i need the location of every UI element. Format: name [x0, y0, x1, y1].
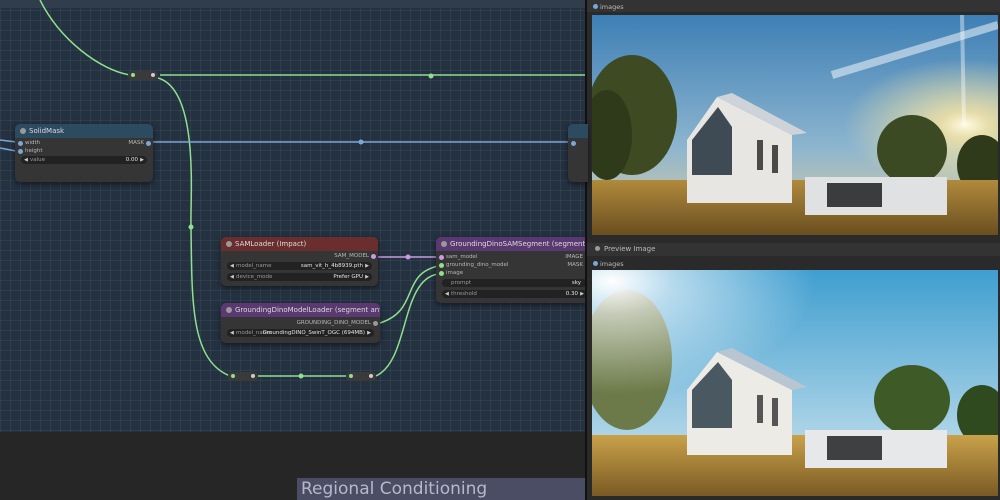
- input-height-dot[interactable]: [18, 149, 23, 154]
- input-image-dot[interactable]: [439, 271, 444, 276]
- decrement-arrow-icon[interactable]: ◀: [445, 290, 449, 298]
- groundingdino-loader-node[interactable]: GroundingDinoModelLoader (segment anythi…: [221, 303, 380, 343]
- partial-node-right[interactable]: [568, 124, 588, 182]
- house-daylight-image: [592, 270, 998, 496]
- top-preview-image[interactable]: [592, 15, 998, 235]
- device-mode-label: device_mode: [236, 274, 273, 280]
- samloader-node[interactable]: SAMLoader (Impact) SAM_MODEL ◀ model_nam…: [221, 237, 378, 286]
- groundingdino-loader-title: GroundingDinoModelLoader (segment anythi…: [235, 306, 380, 314]
- groundingdino-segment-node[interactable]: GroundingDinoSAMSegment (segment anythin…: [436, 237, 587, 303]
- preview-images-input-dot[interactable]: [593, 261, 598, 266]
- next-arrow-icon[interactable]: ▶: [365, 273, 369, 281]
- reroute-node-bottom-right[interactable]: [346, 372, 376, 381]
- threshold-label: threshold: [451, 291, 477, 297]
- bottom-preview-image[interactable]: [592, 270, 998, 496]
- top-images-input-label: images: [600, 3, 624, 11]
- device-mode-widget[interactable]: ◀ device_mode Prefer GPU ▶: [227, 273, 372, 281]
- collapse-dot-icon[interactable]: [441, 241, 447, 247]
- solidmask-title: SolidMask: [29, 127, 65, 135]
- next-arrow-icon[interactable]: ▶: [367, 329, 371, 337]
- value-widget-value: 0.00: [125, 157, 138, 163]
- reroute-node-bottom-left[interactable]: [228, 372, 258, 381]
- workflow-canvas[interactable]: SolidMask width height MASK ◀ value 0.00…: [0, 0, 1000, 500]
- reroute-node-top[interactable]: [128, 71, 158, 80]
- dino-model-name-value: GroundingDINO_SwinT_OGC (694MB): [262, 330, 365, 336]
- output-dino-model-label: GROUNDING_DINO_MODEL: [296, 320, 371, 326]
- model-name-widget[interactable]: ◀ model_name sam_vit_h_4b8939.pth ▶: [227, 262, 372, 270]
- output-image-label: IMAGE: [565, 254, 583, 260]
- increment-arrow-icon[interactable]: ▶: [580, 290, 584, 298]
- groundingdino-segment-title-bar[interactable]: GroundingDinoSAMSegment (segment anythin…: [436, 237, 585, 251]
- collapse-dot-icon[interactable]: [226, 241, 232, 247]
- device-mode-value: Prefer GPU: [333, 274, 363, 280]
- input-height-label: height: [25, 148, 43, 154]
- prompt-label: prompt: [451, 280, 472, 286]
- top-preview-header[interactable]: [587, 0, 1000, 12]
- output-mask-label: MASK: [128, 140, 144, 146]
- value-widget-label: value: [30, 157, 46, 163]
- input-image-label: image: [446, 270, 464, 276]
- top-node-edge: [0, 0, 585, 8]
- groundingdino-segment-title: GroundingDinoSAMSegment (segment anythin…: [450, 240, 585, 248]
- input-dino-model-label: grounding_dino_model: [446, 262, 509, 268]
- output-dino-model-dot[interactable]: [373, 321, 378, 326]
- preview-collapse-dot-icon[interactable]: [595, 246, 600, 251]
- prev-arrow-icon[interactable]: ◀: [230, 329, 234, 337]
- output-sam-model-label: SAM_MODEL: [334, 253, 369, 259]
- output-sam-model-dot[interactable]: [371, 254, 376, 259]
- samloader-title: SAMLoader (Impact): [235, 240, 307, 248]
- threshold-value: 0.30: [565, 291, 578, 297]
- groundingdino-loader-title-bar[interactable]: GroundingDinoModelLoader (segment anythi…: [221, 303, 380, 317]
- output-mask-dot[interactable]: [146, 141, 151, 146]
- collapse-dot-icon[interactable]: [226, 307, 232, 313]
- house-sunset-image: [592, 15, 998, 235]
- decrement-arrow-icon[interactable]: ◀: [24, 156, 28, 164]
- preview-image-title: Preview Image: [604, 245, 656, 253]
- next-arrow-icon[interactable]: ▶: [365, 262, 369, 270]
- samloader-title-bar[interactable]: SAMLoader (Impact): [221, 237, 378, 251]
- solidmask-node[interactable]: SolidMask width height MASK ◀ value 0.00…: [15, 124, 153, 182]
- output-mask-label: MASK: [567, 262, 583, 268]
- prompt-widget[interactable]: prompt sky: [442, 279, 587, 287]
- dino-model-name-widget[interactable]: ◀ model_name GroundingDINO_SwinT_OGC (69…: [227, 329, 374, 337]
- threshold-widget[interactable]: ◀ threshold 0.30 ▶: [442, 290, 587, 298]
- prompt-value: sky: [571, 280, 581, 286]
- prev-arrow-icon[interactable]: ◀: [230, 273, 234, 281]
- top-images-input-dot[interactable]: [593, 4, 598, 9]
- partial-node-mask-input-dot[interactable]: [571, 141, 576, 146]
- input-sam-model-dot[interactable]: [439, 255, 444, 260]
- solidmask-title-bar[interactable]: SolidMask: [15, 124, 153, 138]
- input-dino-model-dot[interactable]: [439, 263, 444, 268]
- increment-arrow-icon[interactable]: ▶: [140, 156, 144, 164]
- node-graph-grid[interactable]: [0, 0, 590, 432]
- preview-images-input-label: images: [600, 260, 624, 268]
- model-name-label: model_name: [236, 263, 272, 269]
- collapse-dot-icon[interactable]: [20, 128, 26, 134]
- input-width-dot[interactable]: [18, 141, 23, 146]
- model-name-value: sam_vit_h_4b8939.pth: [300, 263, 363, 269]
- input-width-label: width: [25, 140, 41, 146]
- group-title-regional-conditioning[interactable]: Regional Conditioning: [297, 478, 587, 500]
- value-widget[interactable]: ◀ value 0.00 ▶: [21, 156, 147, 164]
- prev-arrow-icon[interactable]: ◀: [230, 262, 234, 270]
- input-sam-model-label: sam_model: [446, 254, 478, 260]
